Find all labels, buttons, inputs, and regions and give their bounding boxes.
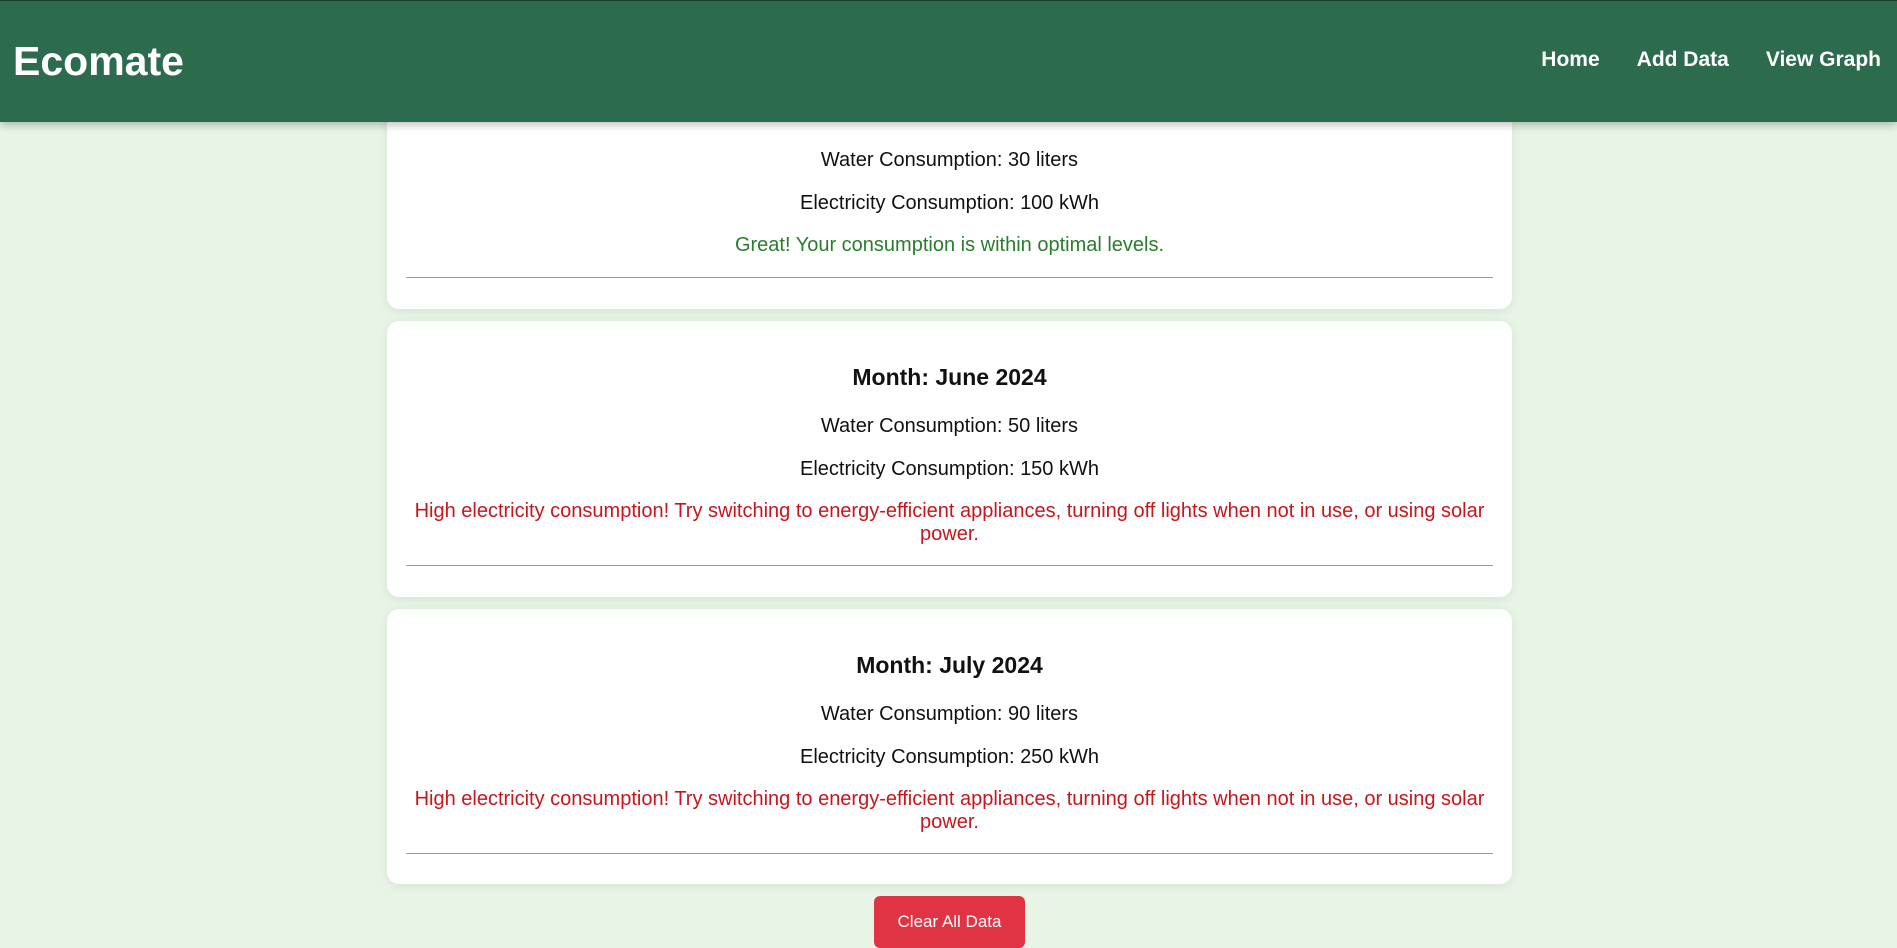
record-water: Water Consumption: 30 liters xyxy=(820,149,1079,171)
record-month: Month: June 2024 xyxy=(852,364,1047,390)
record-tip: High electricity consumption! Try switch… xyxy=(414,500,1485,545)
record-electricity: Electricity Consumption: 150 kWh xyxy=(799,458,1099,480)
record-electricity: Electricity Consumption: 250 kWh xyxy=(799,746,1099,768)
record-divider xyxy=(406,565,1493,566)
clear-all-data-button[interactable]: Clear All Data xyxy=(874,896,1025,948)
record-card: Month: June 2024 Water Consumption: 50 l… xyxy=(387,321,1512,597)
nav-links: Home Add Data View Graph xyxy=(1541,47,1881,73)
record-tip: High electricity consumption! Try switch… xyxy=(414,788,1485,833)
record-card: Month: July 2024 Water Consumption: 90 l… xyxy=(387,609,1512,884)
record-water: Water Consumption: 90 liters xyxy=(820,703,1079,725)
record-water: Water Consumption: 50 liters xyxy=(820,415,1079,437)
top-navbar: Ecomate Home Add Data View Graph xyxy=(0,0,1897,122)
record-month: Month: July 2024 xyxy=(856,652,1043,678)
record-divider xyxy=(406,853,1493,854)
record-electricity: Electricity Consumption: 100 kWh xyxy=(799,192,1099,214)
nav-view-graph-link[interactable]: View Graph xyxy=(1766,47,1881,73)
record-tip: Great! Your consumption is within optima… xyxy=(734,234,1165,256)
record-divider xyxy=(406,277,1493,278)
nav-add-data-link[interactable]: Add Data xyxy=(1637,47,1729,73)
nav-home-link[interactable]: Home xyxy=(1541,47,1599,73)
brand-logo[interactable]: Ecomate xyxy=(13,37,184,85)
